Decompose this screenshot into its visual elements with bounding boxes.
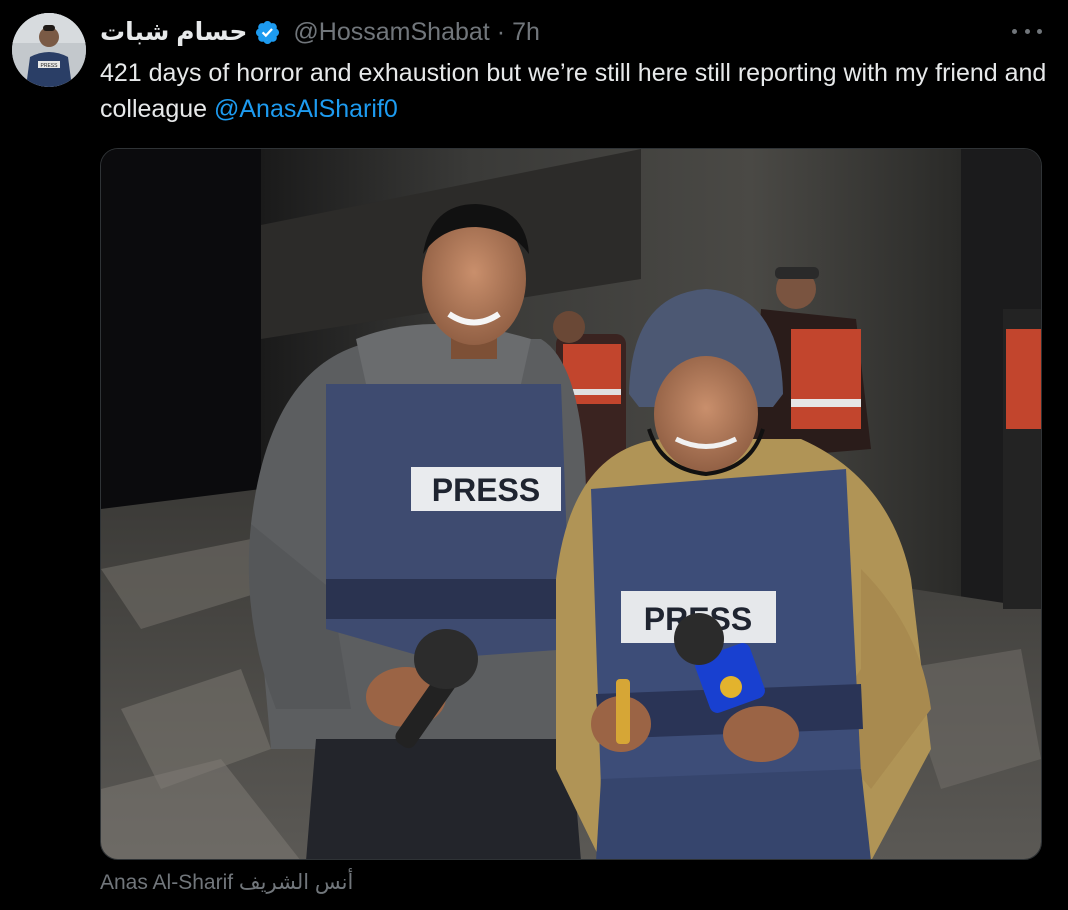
header-separator: · <box>496 17 506 46</box>
author-display-name[interactable]: حسام شبات <box>100 17 247 47</box>
vest-label-left: PRESS <box>432 472 540 508</box>
more-options-icon[interactable] <box>1012 20 1042 42</box>
author-handle[interactable]: @HossamShabat <box>293 18 489 47</box>
author-avatar[interactable]: PRESS <box>12 13 86 87</box>
tweet-text: 421 days of horror and exhaustion but we… <box>100 55 1050 127</box>
tweet-header: حسام شبات @HossamShabat · 7h <box>100 14 540 50</box>
tweet[interactable]: PRESS حسام شبات @HossamShabat · 7h 421 d… <box>0 0 1068 910</box>
tweet-photo[interactable]: PRESS PRESS <box>100 148 1042 860</box>
svg-text:PRESS: PRESS <box>41 63 59 69</box>
verified-badge-icon <box>254 19 281 46</box>
mention-link[interactable]: @AnasAlSharif0 <box>214 95 398 123</box>
media-tagged-caption[interactable]: أنس الشريف Anas Al-Sharif <box>100 870 353 895</box>
tweet-timestamp[interactable]: 7h <box>512 18 540 47</box>
